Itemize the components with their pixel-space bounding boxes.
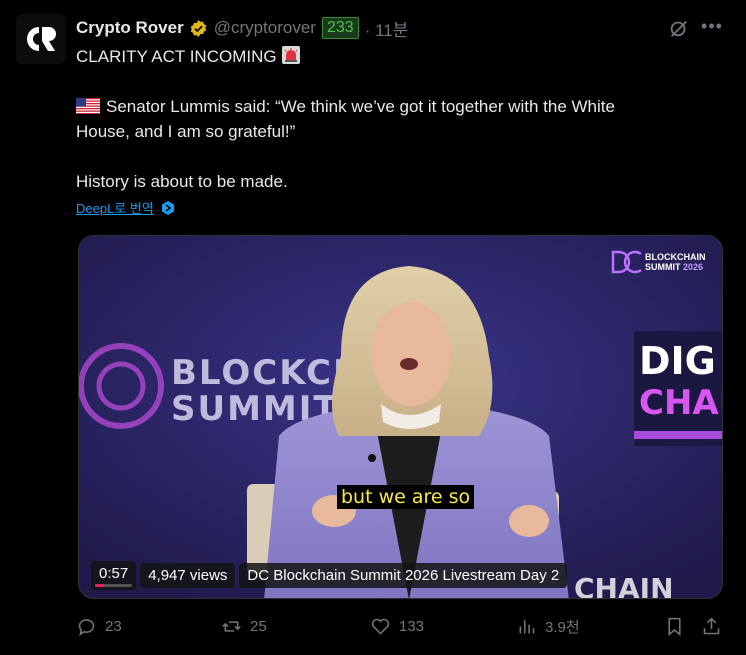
author-handle[interactable]: @cryptorover [214,18,316,38]
like-icon [371,618,390,635]
tweet-line: House, and I am so grateful!” [76,122,296,141]
reply-icon [78,619,95,637]
summit-logo: BLOCKCHAIN SUMMIT 2026 [611,250,706,274]
stage-right-2: CHAI [639,383,723,423]
video-duration[interactable]: 0:57 [91,560,137,590]
video-info-bar: 0:57 4,947 views DC Blockchain Summit 20… [91,560,568,590]
tweet-line: CLARITY ACT INCOMING [76,44,716,69]
author-name[interactable]: Crypto Rover [76,18,184,38]
video-title: DC Blockchain Summit 2026 Livestream Day… [239,562,568,588]
deepl-icon [161,200,174,215]
bookmark-button[interactable] [664,616,685,637]
tweet-header: Crypto Rover @cryptorover 233 · 11분 [76,16,409,41]
stage-right-1: DIG [639,339,716,383]
video-views: 4,947 views [140,562,236,588]
affiliate-badge: 233 [321,17,359,39]
share-button[interactable] [701,616,722,637]
repost-icon [222,621,241,632]
translate-link[interactable]: DeepL로 번역 [76,198,176,217]
tweet-line: Senator Lummis said: “We think we’ve got… [76,94,716,119]
summit-logo-text: BLOCKCHAIN SUMMIT 2026 [645,252,706,272]
video-frame: BLOCKCHA SUMMIT DIG CHAI CHAIN [79,236,723,599]
tweet-time[interactable]: · 11분 [365,16,409,41]
us-flag-icon [76,98,100,114]
reply-button[interactable]: 23 [76,616,122,637]
video-subtitle: but we are so [337,485,475,509]
reply-count: 23 [105,618,122,635]
bookmark-icon [668,617,681,637]
siren-icon [281,46,300,64]
translate-label[interactable]: DeepL로 번역 [76,198,154,217]
stage-bottom-text: CHAIN [574,572,674,599]
video-progress[interactable] [95,583,133,587]
more-icon[interactable]: ••• [700,14,724,38]
verified-badge-icon[interactable] [189,19,208,38]
views-button[interactable]: 3.9천 [516,616,580,637]
like-button[interactable]: 133 [370,616,424,637]
share-icon [703,617,720,635]
grok-icon[interactable] [668,17,690,39]
tweet-line: History is about to be made. [76,172,288,191]
views-icon [519,620,535,634]
avatar[interactable] [16,14,66,64]
crypto-rover-logo [27,27,56,51]
repost-count: 25 [250,618,267,635]
tweet-actions: 23 25 133 3.9천 [76,616,726,640]
tweet-text: CLARITY ACT INCOMING Senator Lummis said… [76,44,716,194]
video-player[interactable]: BLOCKCHA SUMMIT DIG CHAI CHAIN BLOCKCHAI… [78,235,723,599]
views-count: 3.9천 [545,619,580,636]
repost-button[interactable]: 25 [221,616,267,637]
summit-logo-icon [611,250,642,274]
like-count: 133 [399,618,425,635]
